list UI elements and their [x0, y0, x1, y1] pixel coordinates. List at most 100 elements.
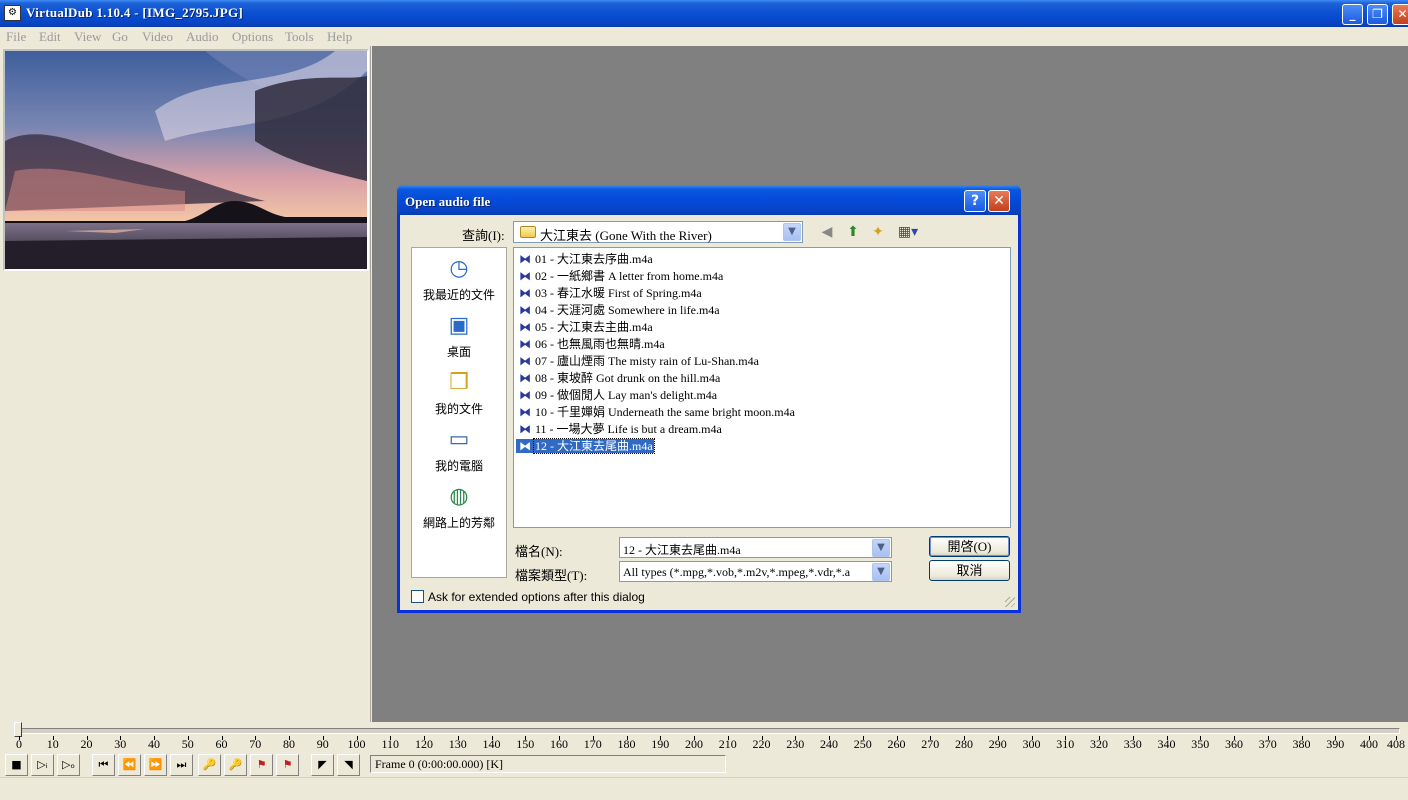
status-bar — [0, 777, 1408, 800]
timeline-tick-label: 130 — [448, 737, 467, 751]
timeline-tick-label: 340 — [1157, 737, 1176, 751]
play-input-button[interactable]: ▷ᵢ — [31, 754, 54, 776]
resize-grip[interactable] — [1005, 597, 1015, 607]
timeline-tick-label: 380 — [1292, 737, 1311, 751]
menu-bar: File Edit View Go Video Audio Options To… — [0, 27, 1408, 46]
extended-options-checkbox[interactable] — [411, 590, 424, 603]
media-file-icon: ⧓ — [519, 370, 531, 385]
mark-in-button[interactable]: ◤ — [311, 754, 334, 776]
my-documents-icon: ❒ — [449, 370, 469, 395]
open-button[interactable]: 開啓(O) — [929, 536, 1010, 557]
place-label: 我的文件 — [434, 402, 483, 416]
dialog-title: Open audio file — [405, 194, 491, 209]
file-item[interactable]: ⧓ 11 - 一場大夢 Life is but a dream.m4a — [516, 420, 723, 437]
timeline-tick-label: 240 — [820, 737, 838, 751]
prev-frame-button[interactable]: ⏪ — [118, 754, 141, 776]
timeline-tick-label: 200 — [685, 737, 703, 751]
timeline-tick-label: 360 — [1225, 737, 1243, 751]
filetype-select[interactable]: All types (*.mpg,*.vob,*.m2v,*.mpeg,*.vd… — [619, 561, 892, 582]
go-end-button[interactable]: ⏭ — [170, 754, 193, 776]
minimize-button[interactable]: _ — [1342, 4, 1363, 25]
go-start-button[interactable]: ⏮ — [92, 754, 115, 776]
timeline-tick-label: 300 — [1022, 737, 1041, 751]
scene-prev-button[interactable]: ⚑ — [250, 754, 273, 776]
look-in-label: 查詢(I): — [462, 228, 505, 243]
next-frame-button[interactable]: ⏩ — [144, 754, 167, 776]
menu-edit[interactable]: Edit — [39, 29, 61, 45]
place-label: 網路上的芳鄰 — [422, 516, 495, 530]
mark-out-button[interactable]: ◥ — [337, 754, 360, 776]
file-item[interactable]: ⧓ 07 - 廬山煙雨 The misty rain of Lu-Shan.m4a — [516, 352, 760, 369]
timeline-tick-label: 320 — [1090, 737, 1108, 751]
timeline-tick-label: 310 — [1056, 737, 1075, 751]
stop-button[interactable]: ■ — [5, 754, 28, 776]
file-item[interactable]: ⧓ 03 - 春江水暖 First of Spring.m4a — [516, 284, 703, 301]
timeline-tick-label: 400 — [1360, 737, 1378, 751]
filetype-value: All types (*.mpg,*.vob,*.m2v,*.mpeg,*.vd… — [623, 565, 851, 579]
timeline-tick-label: 30 — [114, 737, 127, 751]
dialog-close-button[interactable]: ✕ — [988, 190, 1010, 212]
menu-go[interactable]: Go — [112, 29, 128, 45]
file-item[interactable]: ⧓ 04 - 天涯河處 Somewhere in life.m4a — [516, 301, 721, 318]
file-item-selected[interactable]: ⧓ 12 - 大江東去尾曲.m4a — [516, 437, 655, 454]
file-item[interactable]: ⧓ 05 - 大江東去主曲.m4a — [516, 318, 654, 335]
place-label: 桌面 — [446, 345, 471, 359]
chevron-down-icon[interactable]: ▼ — [872, 563, 890, 581]
place-network[interactable]: ◍ 網路上的芳鄰 — [412, 482, 506, 531]
menu-audio[interactable]: Audio — [186, 29, 219, 45]
play-output-button[interactable]: ▷ₒ — [57, 754, 80, 776]
up-folder-icon[interactable]: ⬆ — [843, 222, 863, 242]
file-item[interactable]: ⧓ 09 - 做個閒人 Lay man's delight.m4a — [516, 386, 718, 403]
look-in-value: 大江東去 (Gone With the River) — [540, 228, 712, 243]
recent-documents-icon: ◷ — [449, 256, 469, 281]
next-key-button[interactable]: 🔑 — [224, 754, 247, 776]
timeline-tick-label: 170 — [583, 737, 602, 751]
sunset-image — [5, 51, 367, 269]
vdub-app-icon[interactable]: ⚙ — [4, 5, 21, 21]
place-recent[interactable]: ◷ 我最近的文件 — [412, 254, 506, 303]
place-my-computer[interactable]: ▭ 我的電腦 — [412, 425, 506, 474]
timeline-tick-label: 50 — [181, 737, 194, 751]
menu-tools[interactable]: Tools — [285, 29, 314, 45]
dialog-titlebar[interactable]: Open audio file ? ✕ — [397, 185, 1021, 215]
maximize-button[interactable]: ❐ — [1367, 4, 1388, 25]
timeline-tick-label: 390 — [1326, 737, 1345, 751]
file-item[interactable]: ⧓ 01 - 大江東去序曲.m4a — [516, 250, 654, 267]
menu-view[interactable]: View — [74, 29, 101, 45]
chevron-down-icon[interactable]: ▼ — [783, 223, 801, 241]
timeline-tick-label: 260 — [887, 737, 906, 751]
view-menu-icon[interactable]: ▦▾ — [894, 222, 922, 242]
file-item[interactable]: ⧓ 10 - 千里嬋娟 Underneath the same bright mo… — [516, 403, 796, 420]
timeline-tick-label: 150 — [516, 737, 535, 751]
filename-value: 12 - 大江東去尾曲.m4a — [623, 543, 741, 557]
timeline-tick-label: 408 — [1387, 737, 1405, 751]
scene-next-button[interactable]: ⚑ — [276, 754, 299, 776]
place-desktop[interactable]: ▣ 桌面 — [412, 311, 506, 360]
look-in-combo[interactable]: 大江東去 (Gone With the River) ▼ — [513, 221, 803, 243]
filename-field[interactable]: 12 - 大江東去尾曲.m4a ▼ — [619, 537, 892, 558]
window-titlebar[interactable]: ⚙ VirtualDub 1.10.4 - [IMG_2795.JPG] _ ❐… — [0, 0, 1408, 27]
close-button[interactable]: ✕ — [1392, 4, 1408, 25]
back-icon[interactable]: ◀ — [817, 222, 837, 242]
place-label: 我的電腦 — [434, 459, 483, 473]
place-my-documents[interactable]: ❒ 我的文件 — [412, 368, 506, 417]
media-file-icon: ⧓ — [519, 336, 531, 351]
menu-video[interactable]: Video — [142, 29, 173, 45]
file-item[interactable]: ⧓ 02 - 一紙鄉書 A letter from home.m4a — [516, 267, 724, 284]
timeline-tick-label: 140 — [482, 737, 501, 751]
file-item[interactable]: ⧓ 06 - 也無風雨也無晴.m4a — [516, 335, 666, 352]
chevron-down-icon[interactable]: ▼ — [872, 539, 890, 557]
prev-key-button[interactable]: 🔑 — [198, 754, 221, 776]
timeline-tick-label: 230 — [786, 737, 805, 751]
file-item[interactable]: ⧓ 08 - 東坡醉 Got drunk on the hill.m4a — [516, 369, 721, 386]
menu-options[interactable]: Options — [232, 29, 273, 45]
help-button[interactable]: ? — [964, 190, 986, 212]
new-folder-icon[interactable]: ✦ — [868, 222, 888, 242]
menu-help[interactable]: Help — [327, 29, 352, 45]
menu-file[interactable]: File — [6, 29, 26, 45]
extended-options-label[interactable]: Ask for extended options after this dial… — [428, 590, 645, 604]
timeline-tick-label: 70 — [249, 737, 262, 751]
file-list[interactable]: ⧓ 01 - 大江東去序曲.m4a ⧓ 02 - 一紙鄉書 A letter fro… — [513, 247, 1011, 528]
timeline-tick-label: 370 — [1258, 737, 1277, 751]
cancel-button[interactable]: 取消 — [929, 560, 1010, 581]
